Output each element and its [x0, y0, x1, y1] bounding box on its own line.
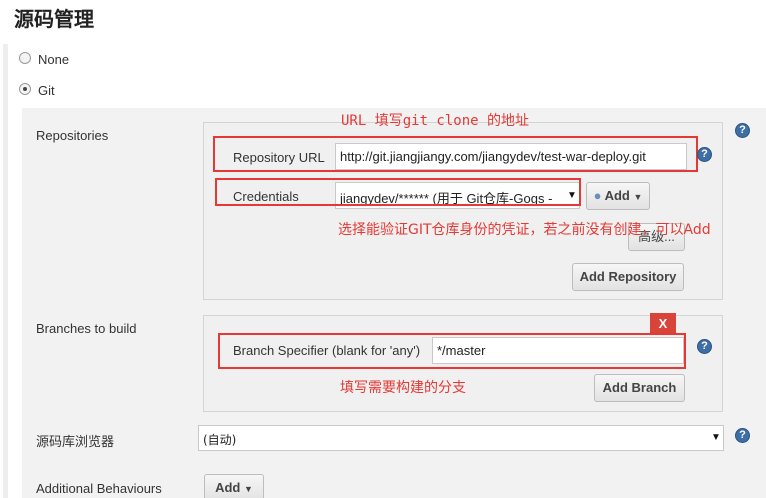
radio-git[interactable]: [19, 83, 31, 95]
chevron-down-icon: ▼: [633, 192, 643, 202]
delete-branch-button[interactable]: X: [650, 313, 676, 335]
additional-behaviours-label: Additional Behaviours: [36, 481, 162, 496]
annotation-box-credentials: [215, 178, 581, 206]
annotation-box-branch: [218, 333, 686, 369]
repositories-help-icon[interactable]: ?: [735, 123, 750, 138]
branches-label: Branches to build: [36, 321, 137, 336]
annotation-url-text: URL 填写git clone 的地址: [341, 113, 530, 129]
page-title: 源码管理: [14, 7, 94, 31]
additional-behaviours-add-button[interactable]: Add ▼: [204, 474, 264, 498]
branch-specifier-help-icon[interactable]: ?: [697, 339, 712, 354]
radio-git-label[interactable]: Git: [38, 83, 55, 98]
add-repository-button[interactable]: Add Repository: [572, 263, 684, 291]
repositories-label: Repositories: [36, 128, 109, 143]
add-branch-button[interactable]: Add Branch: [594, 374, 685, 402]
chevron-down-icon: ▼: [243, 484, 253, 494]
annotation-branch-text: 填写需要构建的分支: [340, 380, 466, 396]
annotation-box-url: [213, 136, 698, 172]
annotation-credentials-text: 选择能验证GIT仓库身份的凭证，若之前没有创建，可以Add: [338, 222, 711, 238]
credentials-add-button[interactable]: ● Add ▼: [586, 182, 650, 210]
repository-url-help-icon[interactable]: ?: [697, 147, 712, 162]
repo-browser-select[interactable]: (自动): [198, 425, 724, 451]
radio-none[interactable]: [19, 52, 31, 64]
repo-browser-help-icon[interactable]: ?: [735, 428, 750, 443]
repo-browser-dropdown-arrow-icon: ▼: [711, 432, 721, 443]
radio-none-label[interactable]: None: [38, 52, 69, 67]
repo-browser-label: 源码库浏览器: [36, 435, 115, 450]
section-left-bar: [3, 44, 8, 498]
key-icon: ●: [593, 188, 602, 203]
repo-browser-select-value: (自动): [203, 433, 237, 447]
